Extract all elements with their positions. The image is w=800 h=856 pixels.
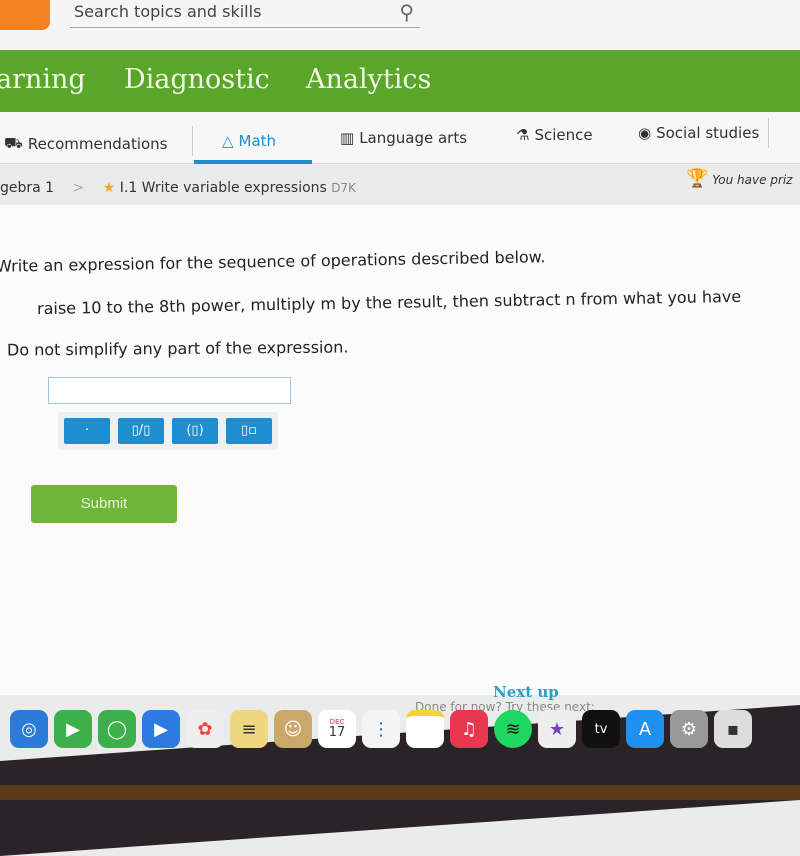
tab-math[interactable]: △ Math — [222, 132, 276, 150]
system-preferences-icon[interactable]: ⚙ — [670, 710, 708, 748]
calendar-icon[interactable]: DEC 17 — [318, 710, 356, 748]
safari-icon[interactable]: ◎ — [10, 710, 48, 748]
next-up-heading: Next up — [493, 683, 559, 701]
facetime-icon[interactable]: ▶ — [54, 710, 92, 748]
skill-title: I.1 Write variable expressions — [119, 180, 327, 196]
photos-icon[interactable]: ✿ — [186, 710, 224, 748]
math-keypad: · ▯/▯ (▯) ▯▫ — [58, 412, 278, 450]
breadcrumb-course[interactable]: gebra 1 — [0, 180, 54, 196]
fraction-button[interactable]: ▯/▯ — [118, 418, 164, 444]
music-icon[interactable]: ♫ — [450, 710, 488, 748]
apple-tv-icon[interactable]: tv — [582, 710, 620, 748]
nav-learning[interactable]: arning — [0, 64, 86, 95]
nav-diagnostic[interactable]: Diagnostic — [124, 64, 270, 95]
parentheses-button[interactable]: (▯) — [172, 418, 218, 444]
tab-label: Social studies — [656, 124, 760, 142]
search-input[interactable]: Search topics and skills ⚲ — [70, 0, 420, 28]
tv-label: tv — [594, 721, 608, 737]
question-area — [0, 205, 800, 695]
notes-icon[interactable]: ≡ — [230, 710, 268, 748]
tab-language-arts[interactable]: ▥ Language arts — [340, 129, 467, 147]
reminders-icon[interactable]: ⋮ — [362, 710, 400, 748]
tab-label: Science — [534, 126, 593, 144]
tab-label: Language arts — [359, 129, 468, 147]
answer-input[interactable] — [48, 377, 291, 404]
contacts-icon[interactable]: ☺ — [274, 710, 312, 748]
submit-button[interactable]: Submit — [31, 485, 177, 523]
subject-tabs: ⛟ Recommendations △ Math ▥ Language arts ⚗ S… — [0, 112, 800, 164]
search-placeholder: Search topics and skills — [74, 2, 262, 21]
breadcrumb: gebra 1 > ★ I.1 Write variable expressio… — [0, 180, 356, 196]
main-nav: arning Diagnostic Analytics — [0, 50, 800, 112]
nav-analytics[interactable]: Analytics — [306, 64, 431, 95]
imovie-icon[interactable]: ★ — [538, 710, 576, 748]
divider — [768, 118, 769, 148]
tab-label: Recommendations — [27, 135, 168, 153]
calendar-day: 17 — [328, 725, 346, 740]
globe-icon: ◉ — [638, 124, 652, 142]
tab-science[interactable]: ⚗ Science — [516, 126, 593, 144]
prize-text: You have priz — [712, 173, 793, 187]
tab-recommendations[interactable]: ⛟ Recommendations — [4, 134, 168, 154]
top-bar: Search topics and skills ⚲ — [0, 0, 800, 50]
recommendations-icon: ⛟ — [4, 134, 23, 152]
flask-icon: ⚗ — [516, 126, 530, 144]
prize-notice[interactable]: 🏆 You have priz — [686, 168, 792, 189]
breadcrumb-separator: > — [72, 180, 85, 196]
search-icon[interactable]: ⚲ — [399, 0, 414, 24]
app-store-icon[interactable]: A — [626, 710, 664, 748]
exponent-button[interactable]: ▯▫ — [226, 418, 272, 444]
zoom-icon[interactable]: ▶ — [142, 710, 180, 748]
divider — [192, 126, 193, 156]
spotify-icon[interactable]: ≋ — [494, 710, 532, 748]
multiply-dot-button[interactable]: · — [64, 418, 110, 444]
ixl-logo[interactable] — [0, 0, 50, 30]
tab-social-studies[interactable]: ◉ Social studies — [638, 124, 759, 142]
star-icon: ★ — [102, 180, 116, 196]
book-icon: ▥ — [340, 129, 355, 147]
trophy-icon: 🏆 — [686, 168, 709, 189]
skill-code: D7K — [331, 181, 357, 195]
dock-apps: ◎ ▶ ◯ ▶ ✿ ≡ ☺ DEC 17 ⋮ ♫ ≋ ★ tv A ⚙ ▪ — [10, 710, 752, 748]
tab-label: Math — [238, 132, 277, 150]
desk-surface — [0, 785, 800, 800]
roblox-icon[interactable]: ▪ — [714, 710, 752, 748]
pyramid-icon: △ — [222, 132, 234, 150]
messages-icon[interactable]: ◯ — [98, 710, 136, 748]
question-note: Do not simplify any part of the expressi… — [6, 337, 349, 360]
active-tab-indicator — [194, 160, 312, 164]
notes-app-icon[interactable] — [406, 710, 444, 748]
